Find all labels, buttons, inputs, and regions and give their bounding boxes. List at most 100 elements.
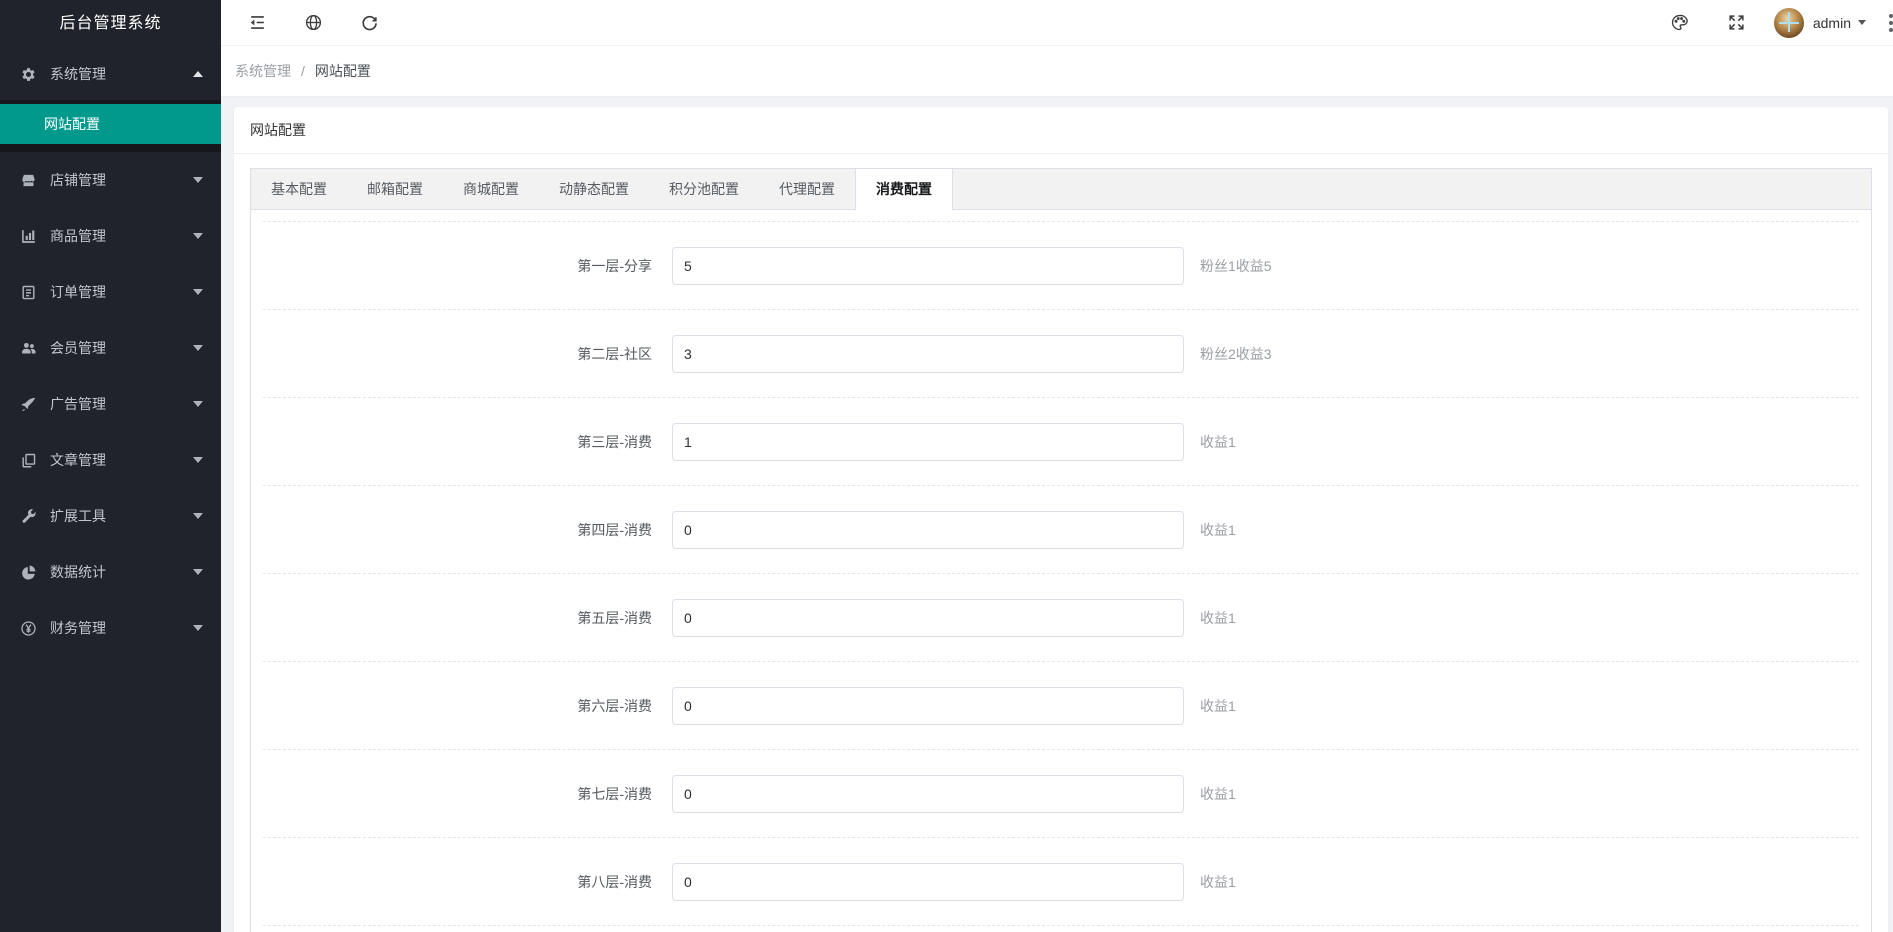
caret-up-icon [193,71,203,77]
card-title: 网站配置 [234,107,1888,154]
sidebar-item-site-config[interactable]: 网站配置 [0,104,221,144]
caret-down-icon [193,457,203,463]
sidebar-item-label: 商品管理 [50,228,106,244]
sidebar-item-label: 广告管理 [50,396,106,412]
level5-consume-input[interactable] [672,598,1184,637]
card-body: 基本配置 邮箱配置 商城配置 动静态配置 积分池配置 代理配置 消费配置 第一层… [234,154,1888,932]
field-label: 第六层-消费 [577,697,652,714]
sidebar-item-shop[interactable]: 店铺管理 [0,152,221,208]
users-icon [20,340,37,357]
form-row: 第四层-消费 收益1 [263,486,1859,574]
caret-down-icon [193,401,203,407]
config-card: 网站配置 基本配置 邮箱配置 商城配置 动静态配置 积分池配置 代理配置 消费配… [234,107,1888,932]
form-row: 第八层-消费 收益1 [263,838,1859,926]
sidebar-item-ads[interactable]: 广告管理 [0,376,221,432]
field-hint: 收益1 [1200,609,1236,626]
sidebar-item-orders[interactable]: 订单管理 [0,264,221,320]
app-title: 后台管理系统 [59,15,162,32]
form-row: 第一层-分享 粉丝1收益5 [263,222,1859,310]
sidebar-item-label: 订单管理 [50,284,106,300]
sidebar-item-label: 会员管理 [50,340,106,356]
level7-consume-input[interactable] [672,774,1184,813]
level3-consume-input[interactable] [672,422,1184,461]
level4-consume-input[interactable] [672,510,1184,549]
main-area: admin 系统管理 / 网站配置 网站配置 基本配置 邮箱配置 商城配置 动静… [221,0,1893,932]
level8-consume-input[interactable] [672,862,1184,901]
sidebar-item-tools[interactable]: 扩展工具 [0,488,221,544]
field-hint: 收益1 [1200,521,1236,538]
globe-icon[interactable] [293,3,333,43]
refresh-icon[interactable] [349,3,389,43]
field-label: 第一层-分享 [577,257,652,274]
top-navbar: admin [221,0,1893,46]
sidebar: 后台管理系统 系统管理 网站配置 店铺管理 商品管理 订单管理 会员管理 广告管… [0,0,221,932]
caret-down-icon [193,513,203,519]
consume-config-form: 第一层-分享 粉丝1收益5 第二层-社区 粉丝2收益3 第三层-消费 [263,221,1859,926]
sidebar-item-stats[interactable]: 数据统计 [0,544,221,600]
caret-down-icon [193,233,203,239]
sidebar-item-articles[interactable]: 文章管理 [0,432,221,488]
tab-static-config[interactable]: 动静态配置 [539,169,649,209]
breadcrumb-separator: / [301,63,305,79]
level2-community-input[interactable] [672,334,1184,373]
breadcrumb-item-system[interactable]: 系统管理 [235,61,291,81]
tab-mall-config[interactable]: 商城配置 [443,169,539,209]
sidebar-item-label: 数据统计 [50,564,106,580]
yuan-circle-icon [20,620,37,637]
field-label: 第八层-消费 [577,873,652,890]
field-label: 第七层-消费 [577,785,652,802]
user-name-label: admin [1812,14,1851,31]
sidebar-item-finance[interactable]: 财务管理 [0,600,221,656]
tab-mail-config[interactable]: 邮箱配置 [347,169,443,209]
breadcrumb: 系统管理 / 网站配置 [221,46,1893,97]
field-hint: 收益1 [1200,697,1236,714]
tab-agent-config[interactable]: 代理配置 [759,169,855,209]
fullscreen-icon[interactable] [1717,3,1757,43]
form-row: 第二层-社区 粉丝2收益3 [263,310,1859,398]
sidebar-submenu-system: 网站配置 [0,100,221,152]
wrench-icon [20,508,37,525]
sidebar-item-label: 系统管理 [50,66,106,82]
tabs-header: 基本配置 邮箱配置 商城配置 动静态配置 积分池配置 代理配置 消费配置 [251,169,1871,210]
kebab-menu-icon[interactable] [1884,3,1893,43]
form-row: 第五层-消费 收益1 [263,574,1859,662]
sidebar-item-goods[interactable]: 商品管理 [0,208,221,264]
caret-down-icon [193,345,203,351]
field-hint: 收益1 [1200,785,1236,802]
level6-consume-input[interactable] [672,686,1184,725]
field-hint: 收益1 [1200,433,1236,450]
sidebar-item-label: 财务管理 [50,620,106,636]
bar-chart-icon [20,228,37,245]
tab-content: 第一层-分享 粉丝1收益5 第二层-社区 粉丝2收益3 第三层-消费 [251,221,1871,932]
field-label: 第四层-消费 [577,521,652,538]
user-avatar[interactable] [1773,7,1804,38]
rocket-icon [20,396,37,413]
tab-basic-config[interactable]: 基本配置 [251,169,347,209]
navbar-right-group: admin [1660,3,1893,43]
form-row: 第六层-消费 收益1 [263,662,1859,750]
gear-icon [20,66,37,83]
sidebar-item-members[interactable]: 会员管理 [0,320,221,376]
field-label: 第五层-消费 [577,609,652,626]
sidebar-item-label: 扩展工具 [50,508,106,524]
tab-consume-config[interactable]: 消费配置 [855,169,953,210]
collapse-menu-icon[interactable] [237,3,277,43]
tabs-container: 基本配置 邮箱配置 商城配置 动静态配置 积分池配置 代理配置 消费配置 第一层… [250,168,1872,932]
level1-share-input[interactable] [672,246,1184,285]
caret-down-icon [193,177,203,183]
shop-icon [20,172,37,189]
field-hint: 收益1 [1200,873,1236,890]
field-label: 第二层-社区 [577,345,652,362]
caret-down-icon [1858,20,1866,25]
sidebar-item-system[interactable]: 系统管理 [0,48,221,100]
pie-chart-icon [20,564,37,581]
field-label: 第三层-消费 [577,433,652,450]
form-row: 第七层-消费 收益1 [263,750,1859,838]
user-menu[interactable]: admin [1813,15,1866,31]
sidebar-item-label: 文章管理 [50,452,106,468]
tab-points-pool-config[interactable]: 积分池配置 [649,169,759,209]
palette-icon[interactable] [1660,3,1700,43]
sidebar-item-label: 店铺管理 [50,172,106,188]
article-copy-icon [20,452,37,469]
field-hint: 粉丝1收益5 [1200,257,1272,274]
